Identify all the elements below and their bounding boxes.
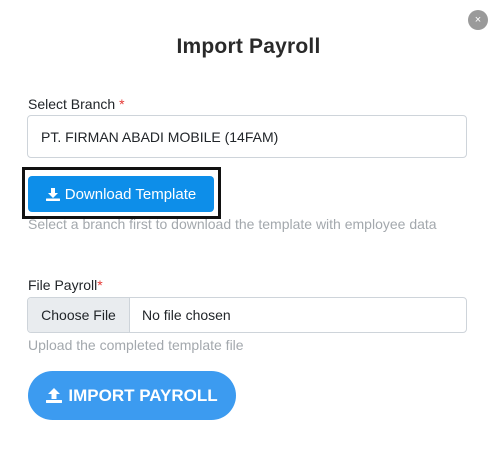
select-branch-label: Select Branch * [28,96,125,112]
choose-file-button[interactable]: Choose File [28,298,130,332]
file-input[interactable]: Choose File No file chosen [27,297,467,333]
branch-select-value: PT. FIRMAN ABADI MOBILE (14FAM) [41,128,279,145]
close-button[interactable]: × [468,10,488,30]
upload-icon [46,388,63,403]
close-icon: × [474,13,482,26]
download-icon [45,187,60,201]
download-template-button[interactable]: Download Template [28,176,214,212]
file-help-text: Upload the completed template file [28,337,244,353]
required-marker: * [119,96,125,112]
branch-select[interactable]: PT. FIRMAN ABADI MOBILE (14FAM) [27,115,467,158]
file-payroll-label: File Payroll* [28,277,103,293]
download-template-label: Download Template [64,185,197,203]
file-name-display: No file chosen [142,307,231,323]
branch-help-text: Select a branch first to download the te… [28,216,437,232]
modal-title: Import Payroll [176,35,321,58]
import-payroll-label: IMPORT PAYROLL [68,385,218,405]
required-marker: * [97,277,103,293]
import-payroll-button[interactable]: IMPORT PAYROLL [28,371,236,420]
import-payroll-modal: × Import Payroll Select Branch * PT. FIR… [0,0,497,465]
